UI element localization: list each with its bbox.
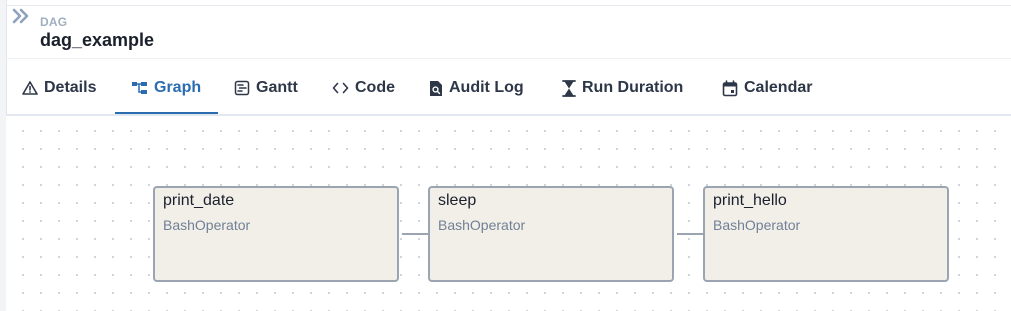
task-node-sleep[interactable]: sleep BashOperator: [428, 186, 674, 282]
tab-audit-log[interactable]: Audit Log: [429, 62, 524, 114]
hourglass-icon: [562, 79, 576, 97]
tab-label: Audit Log: [449, 79, 524, 96]
chevron-double-right-icon[interactable]: [12, 8, 30, 29]
page-title: dag_example: [40, 30, 155, 50]
task-operator: BashOperator: [438, 217, 526, 233]
task-node-print-hello[interactable]: print_hello BashOperator: [703, 186, 949, 282]
code-icon: [332, 80, 349, 96]
top-border: [0, 5, 1011, 6]
gantt-icon: [234, 80, 250, 96]
warning-triangle-icon: [22, 80, 38, 96]
tab-label: Gantt: [256, 79, 298, 96]
tab-list: Details Graph Gantt Code Audit Log Run D…: [6, 62, 1011, 114]
header-divider: [6, 58, 1011, 59]
tab-label: Details: [44, 79, 97, 96]
tab-calendar[interactable]: Calendar: [722, 62, 812, 114]
task-operator: BashOperator: [713, 217, 801, 233]
tab-label: Code: [355, 79, 395, 96]
tab-label: Graph: [154, 79, 202, 96]
graph-canvas[interactable]: print_date BashOperator sleep BashOperat…: [6, 116, 1011, 311]
task-label: sleep: [438, 192, 477, 209]
tab-graph[interactable]: Graph: [131, 62, 201, 114]
tab-label: Calendar: [744, 79, 813, 96]
task-node-print-date[interactable]: print_date BashOperator: [153, 186, 399, 282]
tab-label: Run Duration: [582, 79, 684, 96]
breadcrumb-kicker: DAG: [40, 15, 68, 29]
calendar-icon: [722, 79, 738, 97]
tab-details[interactable]: Details: [22, 62, 96, 114]
graph-icon: [131, 80, 148, 96]
tab-run-duration[interactable]: Run Duration: [562, 62, 683, 114]
task-label: print_hello: [713, 192, 787, 209]
task-operator: BashOperator: [163, 217, 251, 233]
task-label: print_date: [163, 192, 235, 209]
tab-gantt[interactable]: Gantt: [234, 62, 298, 114]
audit-log-icon: [429, 80, 443, 97]
tab-code[interactable]: Code: [332, 62, 395, 114]
